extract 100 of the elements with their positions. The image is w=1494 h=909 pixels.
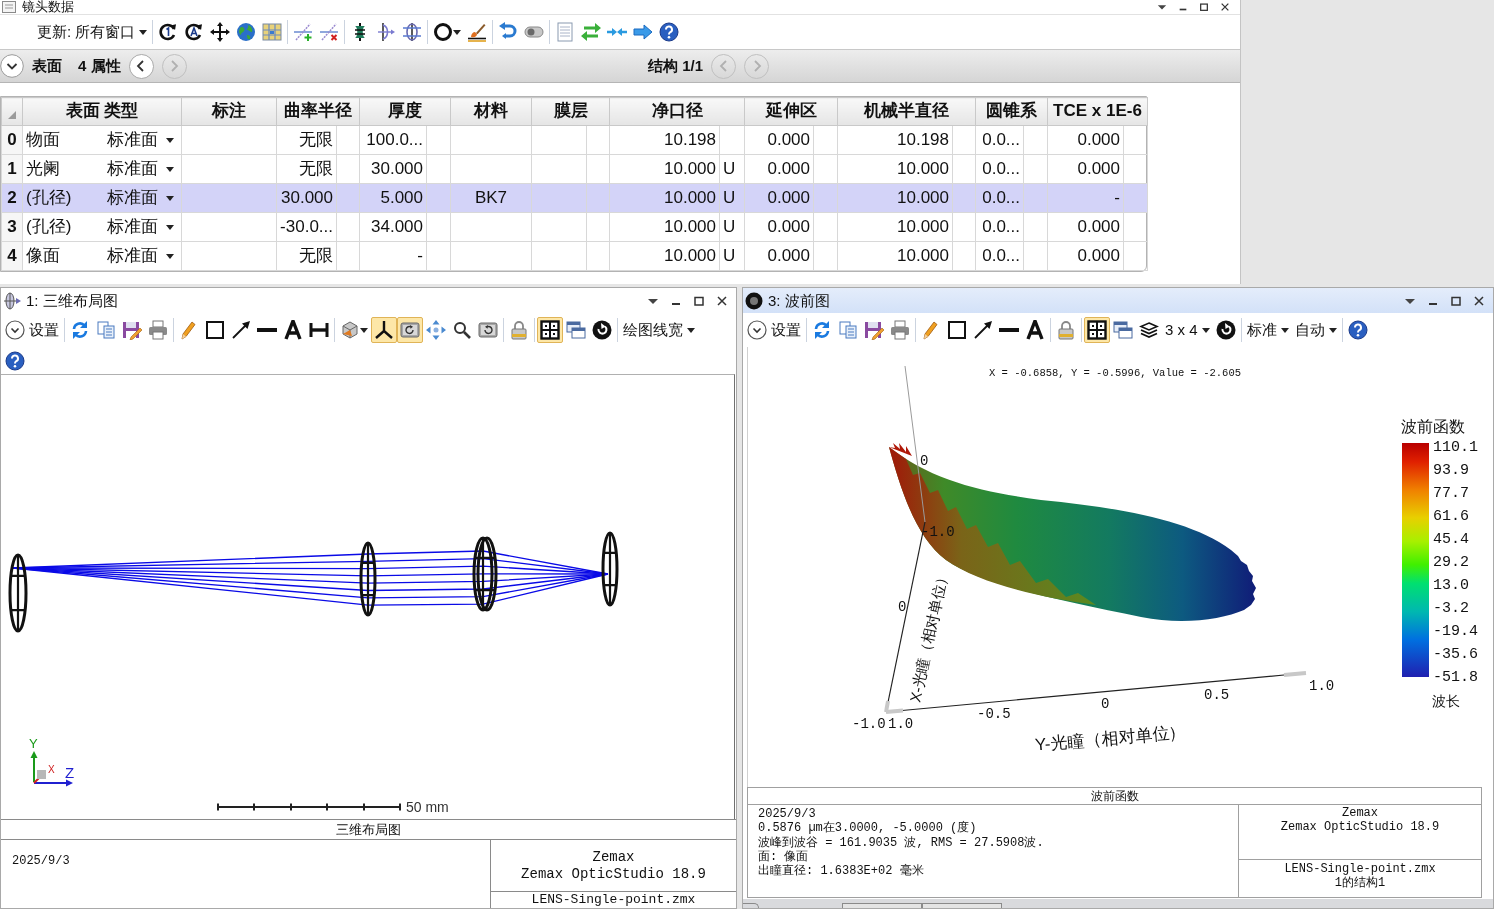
column-header[interactable]: 延伸区 [744, 97, 838, 126]
swap-arrows-icon[interactable] [581, 22, 602, 42]
copy-icon[interactable] [838, 320, 858, 340]
dropdown-button[interactable]: 更新: 所有窗口 [34, 19, 151, 45]
column-header[interactable]: 厚度 [359, 97, 451, 126]
column-header[interactable]: 曲率半径 [276, 97, 360, 126]
toggle-button[interactable] [371, 317, 397, 343]
column-header[interactable]: 表面 类型 [22, 97, 182, 126]
caret-icon[interactable] [166, 138, 174, 143]
circular-arrow-icon[interactable] [184, 22, 205, 42]
column-header[interactable]: 净口径 [609, 97, 745, 126]
surface-type-dropdown[interactable]: 标准面 [101, 154, 182, 184]
rotate-view-icon [400, 320, 420, 340]
add-line-icon[interactable] [293, 22, 314, 42]
settings-button[interactable]: 设置 [2, 317, 62, 343]
table-row[interactable]: 0 物面 标准面 无限 100.0... 10.198 0.000 10.198 0.0... 0.000 [1, 125, 1148, 155]
column-header[interactable]: 机械半直径 [837, 97, 976, 126]
help-icon[interactable] [659, 22, 680, 42]
table-row[interactable]: 4 像面 标准面 无限 - 10.000 U 0.000 10.000 0.0... 0.000 [1, 241, 1148, 271]
windows-icon[interactable] [566, 320, 586, 340]
dimension-icon[interactable] [309, 320, 329, 340]
caret-icon[interactable] [1328, 327, 1337, 333]
surface-type-dropdown[interactable]: 标准面 [101, 125, 182, 155]
diagonal-arrow-icon[interactable] [973, 320, 993, 340]
color-scale-label: -51.8 [1433, 669, 1478, 686]
caret-icon[interactable] [166, 225, 174, 230]
help-icon[interactable] [1347, 320, 1368, 340]
reset-view-icon[interactable] [478, 320, 498, 340]
dropdown-button[interactable]: 3 x 4 [1162, 317, 1213, 343]
toggle-button[interactable] [1084, 317, 1110, 343]
dropdown-button[interactable]: 自动 [1291, 317, 1340, 343]
right-arrow-icon[interactable] [633, 22, 654, 42]
table-row[interactable]: 2 (孔径) 标准面 30.000 5.000 BK7 10.000 U 0.000 10.000 0.0... - [1, 183, 1148, 213]
dropdown-button[interactable]: 绘图线宽 [620, 317, 698, 343]
windows-icon[interactable] [1113, 320, 1133, 340]
caret-icon[interactable] [1280, 327, 1289, 333]
help-icon[interactable] [5, 350, 25, 371]
letter-a-icon[interactable] [283, 320, 303, 340]
table-cell: 0.000 [744, 125, 814, 155]
caret-icon[interactable] [1201, 327, 1210, 333]
printer-icon[interactable] [148, 320, 168, 340]
copy-icon[interactable] [96, 320, 116, 340]
circular-arrow-icon[interactable] [158, 22, 179, 42]
toggle-button[interactable] [537, 317, 563, 343]
diagonal-arrow-icon[interactable] [231, 320, 251, 340]
maximize-icon[interactable] [1199, 2, 1209, 12]
cube-icon[interactable] [340, 320, 360, 340]
lens-icon[interactable] [402, 22, 423, 42]
table-cell: 0.000 [1047, 212, 1124, 242]
close-icon[interactable] [716, 294, 728, 307]
delete-line-icon[interactable] [319, 22, 340, 42]
printer-icon[interactable] [890, 320, 910, 340]
table-cell: 0.000 [744, 183, 814, 213]
pencil-icon[interactable] [921, 320, 941, 340]
column-header[interactable]: 标注 [181, 97, 277, 126]
globe-icon[interactable] [236, 22, 257, 42]
close-icon[interactable] [1473, 294, 1485, 307]
caret-icon[interactable] [166, 254, 174, 259]
caret-icon[interactable] [360, 327, 368, 333]
lens-arrow-icon[interactable] [376, 22, 397, 42]
rectangle-icon[interactable] [947, 320, 967, 340]
caret-icon[interactable] [1157, 2, 1167, 12]
close-icon[interactable] [1220, 2, 1230, 12]
toggle-button[interactable] [397, 317, 423, 343]
ring-icon[interactable] [433, 22, 454, 42]
surface-type-dropdown[interactable]: 标准面 [101, 241, 182, 271]
column-header[interactable]: TCE x 1E-6 [1047, 97, 1148, 126]
move-arrows-icon[interactable] [210, 22, 231, 42]
brush-icon[interactable] [467, 22, 488, 42]
previous-button[interactable] [128, 53, 154, 79]
settings-button[interactable]: 设置 [744, 317, 804, 343]
curved-arrow-icon[interactable] [498, 22, 519, 42]
caret-icon[interactable] [166, 196, 174, 201]
table-cell: 0.0... [975, 154, 1024, 184]
rectangle-icon[interactable] [205, 320, 225, 340]
caret-icon[interactable] [139, 29, 148, 35]
table-row[interactable]: 3 (孔径) 标准面 -30.0... 34.000 10.000 U 0.000 10.000 0.0... 0.000 [1, 212, 1148, 242]
maximize-icon[interactable] [1450, 294, 1462, 307]
dropdown-button[interactable]: 标准 [1243, 317, 1292, 343]
pencil-icon[interactable] [179, 320, 199, 340]
save-icon[interactable] [864, 320, 884, 340]
caret-icon[interactable] [687, 327, 695, 333]
refresh-icon[interactable] [70, 320, 90, 340]
map-icon[interactable] [262, 22, 283, 42]
column-header[interactable]: 圆锥系 [975, 97, 1048, 126]
caret-icon[interactable] [453, 29, 462, 35]
refresh-icon[interactable] [812, 320, 832, 340]
maximize-icon[interactable] [693, 294, 705, 307]
chevron-down-icon[interactable] [0, 54, 24, 78]
column-header[interactable]: 膜层 [531, 97, 610, 126]
save-icon[interactable] [122, 320, 142, 340]
padlock-icon[interactable] [1056, 320, 1076, 340]
column-header[interactable]: 材料 [450, 97, 532, 126]
layers-icon[interactable] [1139, 320, 1159, 340]
caret-icon[interactable] [166, 167, 174, 172]
table-row[interactable]: 1 光阑 标准面 无限 30.000 10.000 U 0.000 10.000 0.0... 0.000 [1, 154, 1148, 184]
surface-type-dropdown[interactable]: 标准面 [101, 212, 182, 242]
padlock-icon[interactable] [509, 320, 529, 340]
letter-a-icon[interactable] [1025, 320, 1045, 340]
surface-type-dropdown[interactable]: 标准面 [101, 183, 182, 213]
